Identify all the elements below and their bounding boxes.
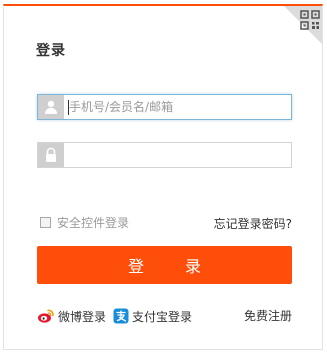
password-input[interactable] [66,143,289,167]
login-title: 登录 [36,43,66,59]
free-register-link[interactable]: 免费注册 [244,306,292,326]
user-icon [38,95,64,119]
login-button[interactable]: 登 录 [37,246,292,284]
login-panel: 登录 安全控件登录 忘记登录密码? 登 录 [3,4,323,350]
alternative-login-row: 微博登录 支付宝登录 免费注册 [37,306,292,326]
qr-code-icon[interactable] [300,10,320,30]
security-control-checkbox[interactable] [40,216,51,228]
alipay-icon [113,308,129,324]
forgot-password-link[interactable]: 忘记登录密码? [214,215,292,232]
weibo-login-label: 微博登录 [58,309,107,324]
account-field[interactable] [37,94,292,120]
security-control-label: 安全控件登录 [57,215,130,230]
text-caret [68,100,69,115]
security-control-option[interactable]: 安全控件登录 [40,214,129,230]
alipay-login-label: 支付宝登录 [132,309,193,324]
password-field[interactable] [37,142,292,168]
account-input[interactable] [66,95,289,119]
weibo-icon [38,309,54,323]
alipay-login-link[interactable]: 支付宝登录 [113,306,192,326]
lock-icon [38,143,64,167]
weibo-login-link[interactable]: 微博登录 [37,306,106,326]
